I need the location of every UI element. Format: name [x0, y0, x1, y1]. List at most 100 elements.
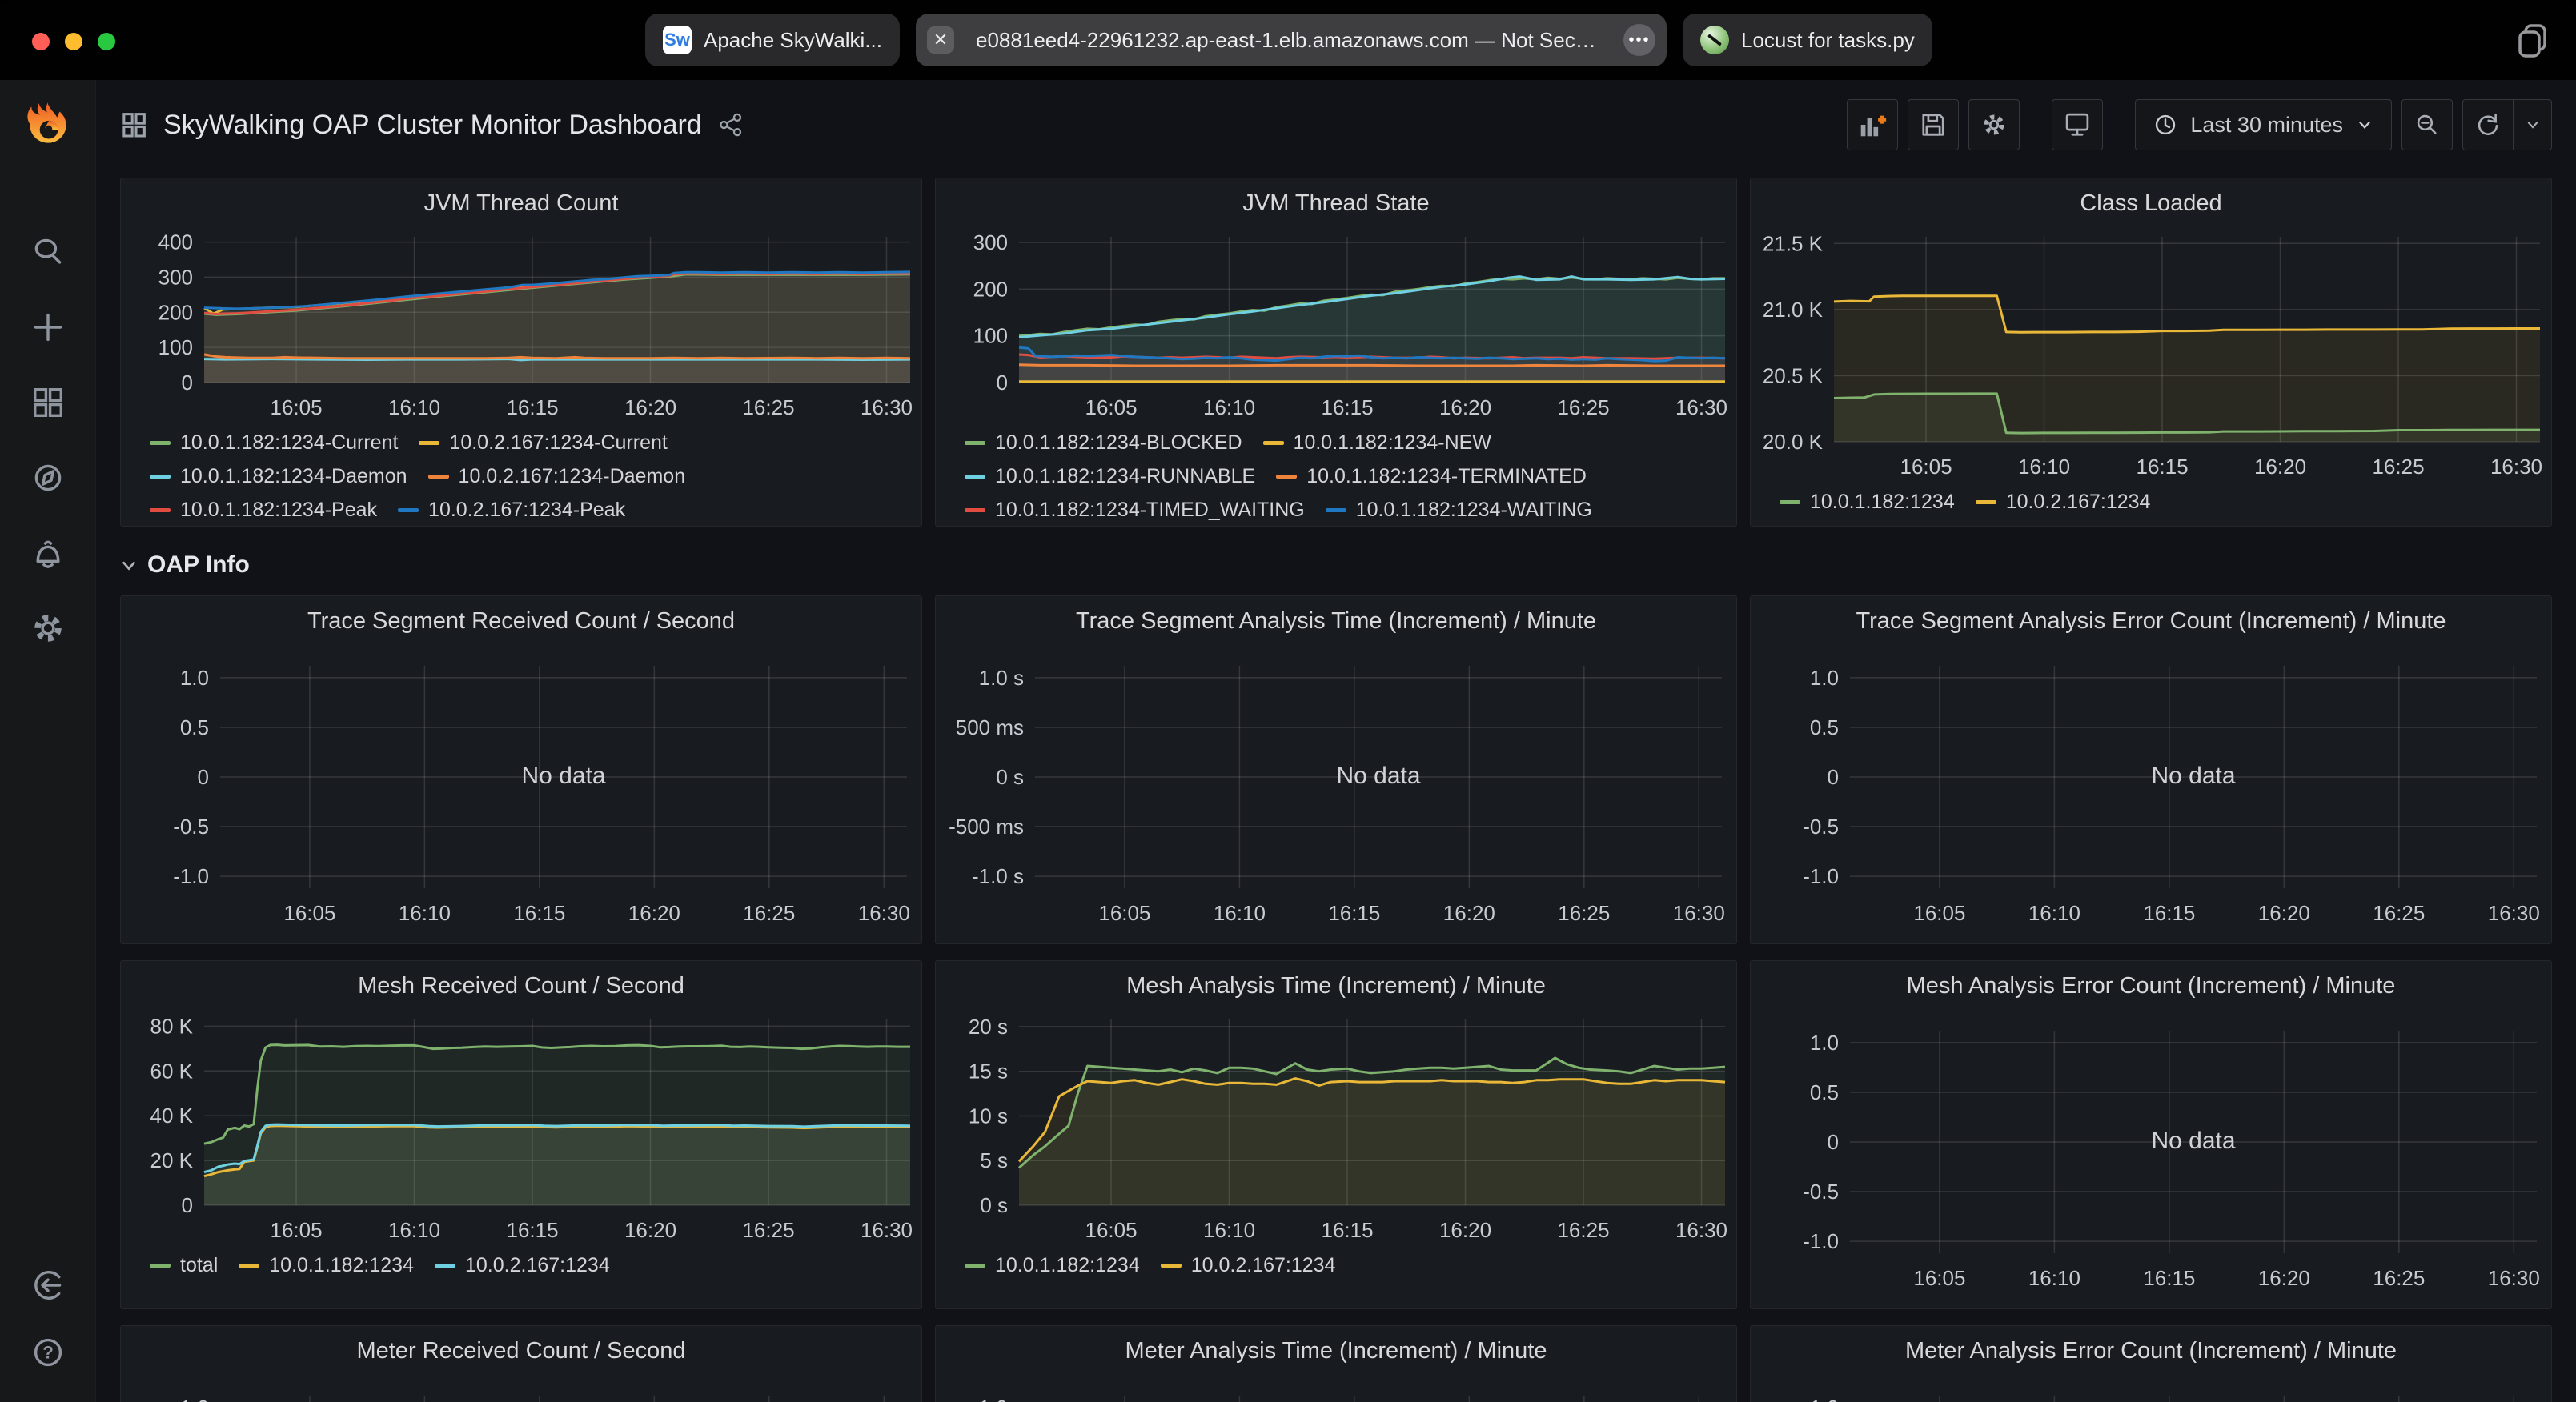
panel-title[interactable]: Mesh Analysis Time (Increment) / Minute — [936, 961, 1736, 1003]
legend-item[interactable]: 10.0.1.182:1234-Current — [150, 426, 398, 459]
panel-mesh-analysis-time-increment-minute: Mesh Analysis Time (Increment) / Minute … — [935, 960, 1737, 1309]
legend-label: 10.0.1.182:1234-BLOCKED — [995, 431, 1242, 455]
svg-text:0: 0 — [1828, 765, 1839, 789]
panel-jvm-thread-count: JVM Thread Count 16:0516:1016:1516:2016:… — [120, 178, 922, 527]
panel-title[interactable]: Trace Segment Analysis Error Count (Incr… — [1751, 596, 2551, 639]
add-panel-button[interactable] — [1847, 99, 1898, 150]
legend-item[interactable]: 10.0.2.167:1234-Peak — [398, 493, 625, 527]
tab-overview-icon[interactable] — [2514, 21, 2552, 63]
svg-text:-0.5: -0.5 — [1803, 1180, 1839, 1204]
svg-text:16:15: 16:15 — [506, 395, 558, 419]
tab-locust[interactable]: Locust for tasks.py — [1683, 14, 1932, 66]
legend-swatch — [150, 441, 171, 445]
tab-grafana-active[interactable]: ✕ e0881eed4-22961232.ap-east-1.elb.amazo… — [916, 14, 1667, 66]
legend-item[interactable]: 10.0.1.182:1234 — [965, 1248, 1140, 1282]
panel-title[interactable]: Class Loaded — [1751, 178, 2551, 221]
legend-item[interactable]: 10.0.1.182:1234-Daemon — [150, 459, 407, 493]
chevron-down-icon — [120, 556, 138, 574]
panel-meter-analysis-error-count-increment-minute: Meter Analysis Error Count (Increment) /… — [1750, 1325, 2552, 1402]
panel-title[interactable]: Trace Segment Received Count / Second — [121, 596, 921, 639]
settings-gear-icon[interactable] — [26, 606, 70, 651]
legend-item[interactable]: 10.0.1.182:1234 — [239, 1248, 414, 1282]
tab-more-icon[interactable]: ••• — [1623, 24, 1655, 56]
refresh-button[interactable] — [2462, 99, 2514, 150]
svg-text:16:05: 16:05 — [1085, 1218, 1138, 1242]
legend-item[interactable]: 10.0.1.182:1234-RUNNABLE — [965, 459, 1255, 493]
legend-item[interactable]: 10.0.1.182:1234-BLOCKED — [965, 426, 1242, 459]
panel-title[interactable]: Mesh Analysis Error Count (Increment) / … — [1751, 961, 2551, 1003]
panel-title[interactable]: JVM Thread Count — [121, 178, 921, 221]
search-icon[interactable] — [26, 230, 70, 274]
time-range-picker[interactable]: Last 30 minutes — [2135, 99, 2392, 150]
tab-apache-skywalking[interactable]: Sw Apache SkyWalki... — [645, 14, 900, 66]
zoom-out-button[interactable] — [2401, 99, 2453, 150]
svg-text:16:25: 16:25 — [2373, 1266, 2425, 1290]
legend-swatch — [428, 475, 449, 479]
panel-title[interactable]: Mesh Received Count / Second — [121, 961, 921, 1003]
explore-compass-icon[interactable] — [26, 455, 70, 500]
legend-item[interactable]: 10.0.1.182:1234-TIMED_WAITING — [965, 493, 1305, 527]
legend-item[interactable]: 10.0.2.167:1234 — [1161, 1248, 1336, 1282]
svg-text:16:10: 16:10 — [1203, 1218, 1255, 1242]
legend-item[interactable]: total — [150, 1248, 218, 1282]
legend-item[interactable]: 10.0.2.167:1234-Current — [419, 426, 667, 459]
svg-text:16:05: 16:05 — [1913, 901, 1965, 925]
save-dashboard-button[interactable] — [1908, 99, 1959, 150]
legend-swatch — [965, 441, 985, 445]
legend-item[interactable]: 10.0.1.182:1234-Peak — [150, 493, 377, 527]
legend-item[interactable]: 10.0.2.167:1234 — [1976, 485, 2151, 519]
legend-item[interactable]: 10.0.1.182:1234-NEW — [1263, 426, 1491, 459]
legend-item[interactable]: 10.0.1.182:1234-WAITING — [1326, 493, 1592, 527]
tab-close-icon[interactable]: ✕ — [927, 26, 954, 54]
svg-text:0 s: 0 s — [980, 1193, 1008, 1217]
window-zoom-button[interactable] — [98, 33, 115, 50]
alerting-bell-icon[interactable] — [26, 531, 70, 575]
create-plus-icon[interactable] — [26, 305, 70, 350]
svg-text:1.0: 1.0 — [180, 666, 209, 690]
panel-title[interactable]: Meter Received Count / Second — [121, 1326, 921, 1368]
dashboards-icon[interactable] — [26, 380, 70, 425]
cycle-view-mode-button[interactable] — [2052, 99, 2103, 150]
legend-swatch — [965, 508, 985, 512]
legend-item[interactable]: 10.0.1.182:1234 — [1780, 485, 1955, 519]
svg-text:0: 0 — [182, 371, 193, 395]
help-icon[interactable]: ? — [26, 1330, 70, 1375]
dashboard-settings-button[interactable] — [1968, 99, 2020, 150]
svg-text:40 K: 40 K — [150, 1104, 194, 1128]
time-series-chart: 16:0516:1016:1516:2016:2516:3021.5 K21.0… — [1751, 221, 2551, 480]
legend-label: 10.0.2.167:1234-Daemon — [459, 465, 686, 488]
svg-text:16:05: 16:05 — [271, 395, 323, 419]
panel-meter-analysis-time-increment-minute: Meter Analysis Time (Increment) / Minute… — [935, 1325, 1737, 1402]
svg-text:16:15: 16:15 — [1321, 1218, 1373, 1242]
legend-item[interactable]: 10.0.2.167:1234-Daemon — [428, 459, 686, 493]
legend-item[interactable]: 10.0.2.167:1234 — [435, 1248, 610, 1282]
svg-text:16:10: 16:10 — [388, 1218, 440, 1242]
page-title[interactable]: SkyWalking OAP Cluster Monitor Dashboard — [163, 110, 702, 141]
refresh-interval-dropdown[interactable] — [2514, 99, 2552, 150]
legend-item[interactable]: 10.0.1.182:1234-TERMINATED — [1276, 459, 1587, 493]
dashboard-header: SkyWalking OAP Cluster Monitor Dashboard — [96, 80, 2576, 170]
svg-text:16:05: 16:05 — [1913, 1266, 1965, 1290]
share-icon[interactable] — [718, 112, 744, 138]
grafana-logo[interactable] — [22, 99, 74, 156]
chevron-down-icon — [2523, 115, 2542, 134]
legend-swatch — [1263, 441, 1284, 445]
svg-text:20.0 K: 20.0 K — [1763, 430, 1824, 454]
legend-swatch — [419, 441, 439, 445]
svg-text:16:30: 16:30 — [1675, 1218, 1727, 1242]
window-minimize-button[interactable] — [65, 33, 82, 50]
sign-out-icon[interactable] — [26, 1263, 70, 1308]
legend-swatch — [965, 475, 985, 479]
svg-text:16:10: 16:10 — [2028, 1266, 2080, 1290]
time-series-chart: 16:0516:1016:1516:2016:2516:3080 K60 K40… — [121, 1003, 921, 1244]
tab-title: Locust for tasks.py — [1741, 28, 1915, 53]
window-close-button[interactable] — [32, 33, 50, 50]
panel-title[interactable]: Trace Segment Analysis Time (Increment) … — [936, 596, 1736, 639]
panel-title[interactable]: Meter Analysis Time (Increment) / Minute — [936, 1326, 1736, 1368]
apps-icon[interactable] — [120, 111, 147, 138]
svg-text:16:20: 16:20 — [628, 901, 680, 925]
panel-title[interactable]: JVM Thread State — [936, 178, 1736, 221]
panel-title[interactable]: Meter Analysis Error Count (Increment) /… — [1751, 1326, 2551, 1368]
svg-text:16:10: 16:10 — [1214, 901, 1266, 925]
section-row-oap-info[interactable]: OAP Info — [120, 543, 2552, 587]
